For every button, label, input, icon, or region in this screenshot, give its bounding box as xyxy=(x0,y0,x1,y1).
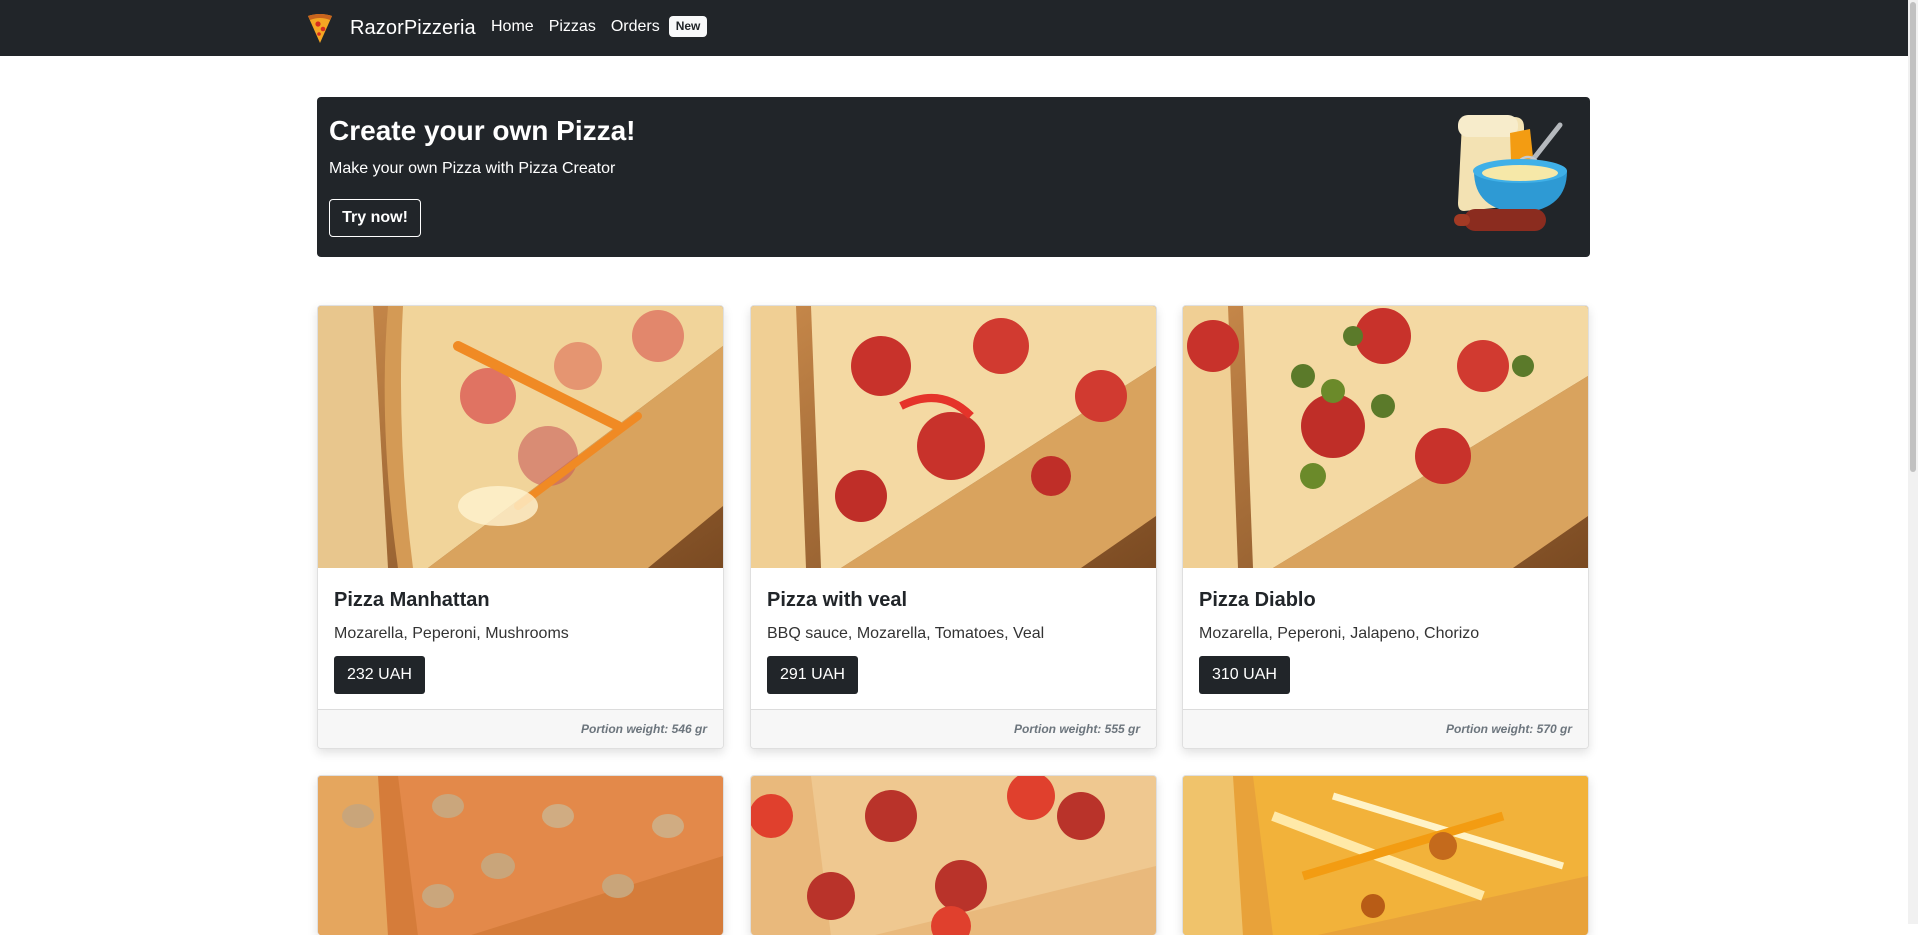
price-button[interactable]: 232 UAH xyxy=(334,656,425,694)
nav-link-orders[interactable]: Orders New xyxy=(611,16,708,37)
price-button[interactable]: 310 UAH xyxy=(1199,656,1290,694)
pizza-image xyxy=(1183,776,1588,935)
nav-link-home[interactable]: Home xyxy=(491,18,534,36)
portion-weight: Portion weight: 546 gr xyxy=(580,722,707,736)
nav-links: Home Pizzas Orders New xyxy=(491,16,722,37)
pizza-card[interactable]: Pizza with veal BBQ sauce, Mozarella, To… xyxy=(750,305,1157,749)
pizza-image xyxy=(1183,306,1588,568)
pizza-card[interactable] xyxy=(1182,775,1589,935)
pizza-card[interactable]: Pizza Manhattan Mozarella, Peperoni, Mus… xyxy=(317,305,724,749)
card-footer: Portion weight: 570 gr xyxy=(1183,709,1588,748)
pizza-image xyxy=(751,306,1156,568)
new-badge: New xyxy=(668,16,708,37)
brand-name: RazorPizzeria xyxy=(350,16,476,39)
pizza-card[interactable]: Pizza Diablo Mozarella, Peperoni, Jalape… xyxy=(1182,305,1589,749)
pizza-name: Pizza Manhattan xyxy=(334,589,490,611)
pizza-card[interactable] xyxy=(317,775,724,935)
pizza-image xyxy=(318,776,723,935)
pizza-name: Pizza Diablo xyxy=(1199,589,1316,611)
card-footer: Portion weight: 555 gr xyxy=(751,709,1156,748)
scrollbar-thumb[interactable] xyxy=(1910,2,1916,472)
pizza-name: Pizza with veal xyxy=(767,589,908,611)
portion-weight: Portion weight: 555 gr xyxy=(1013,722,1140,736)
banner-title: Create your own Pizza! xyxy=(329,115,636,146)
price-button[interactable]: 291 UAH xyxy=(767,656,858,694)
pizza-creator-banner: Create your own Pizza! Make your own Piz… xyxy=(317,97,1590,257)
brand-link[interactable]: RazorPizzeria xyxy=(306,12,476,44)
pizza-slice-icon xyxy=(308,14,332,43)
navbar: RazorPizzeria Home Pizzas Orders New xyxy=(0,0,1908,56)
pizza-image xyxy=(751,776,1156,935)
try-now-button[interactable]: Try now! xyxy=(329,199,421,237)
page-scrollbar[interactable] xyxy=(1908,0,1918,924)
nav-link-pizzas[interactable]: Pizzas xyxy=(549,18,596,36)
card-footer: Portion weight: 546 gr xyxy=(318,709,723,748)
nav-link-orders-label: Orders xyxy=(610,17,660,35)
pizza-ingredients: BBQ sauce, Mozarella, Tomatoes, Veal xyxy=(767,625,1045,642)
pizza-image xyxy=(318,306,723,568)
pizza-ingredients: Mozarella, Peperoni, Jalapeno, Chorizo xyxy=(1199,625,1480,642)
pizza-ingredients: Mozarella, Peperoni, Mushrooms xyxy=(334,625,569,642)
banner-subtitle: Make your own Pizza with Pizza Creator xyxy=(329,160,616,177)
portion-weight: Portion weight: 570 gr xyxy=(1445,722,1572,736)
pizza-card[interactable] xyxy=(750,775,1157,935)
baking-illustration xyxy=(1454,115,1567,231)
